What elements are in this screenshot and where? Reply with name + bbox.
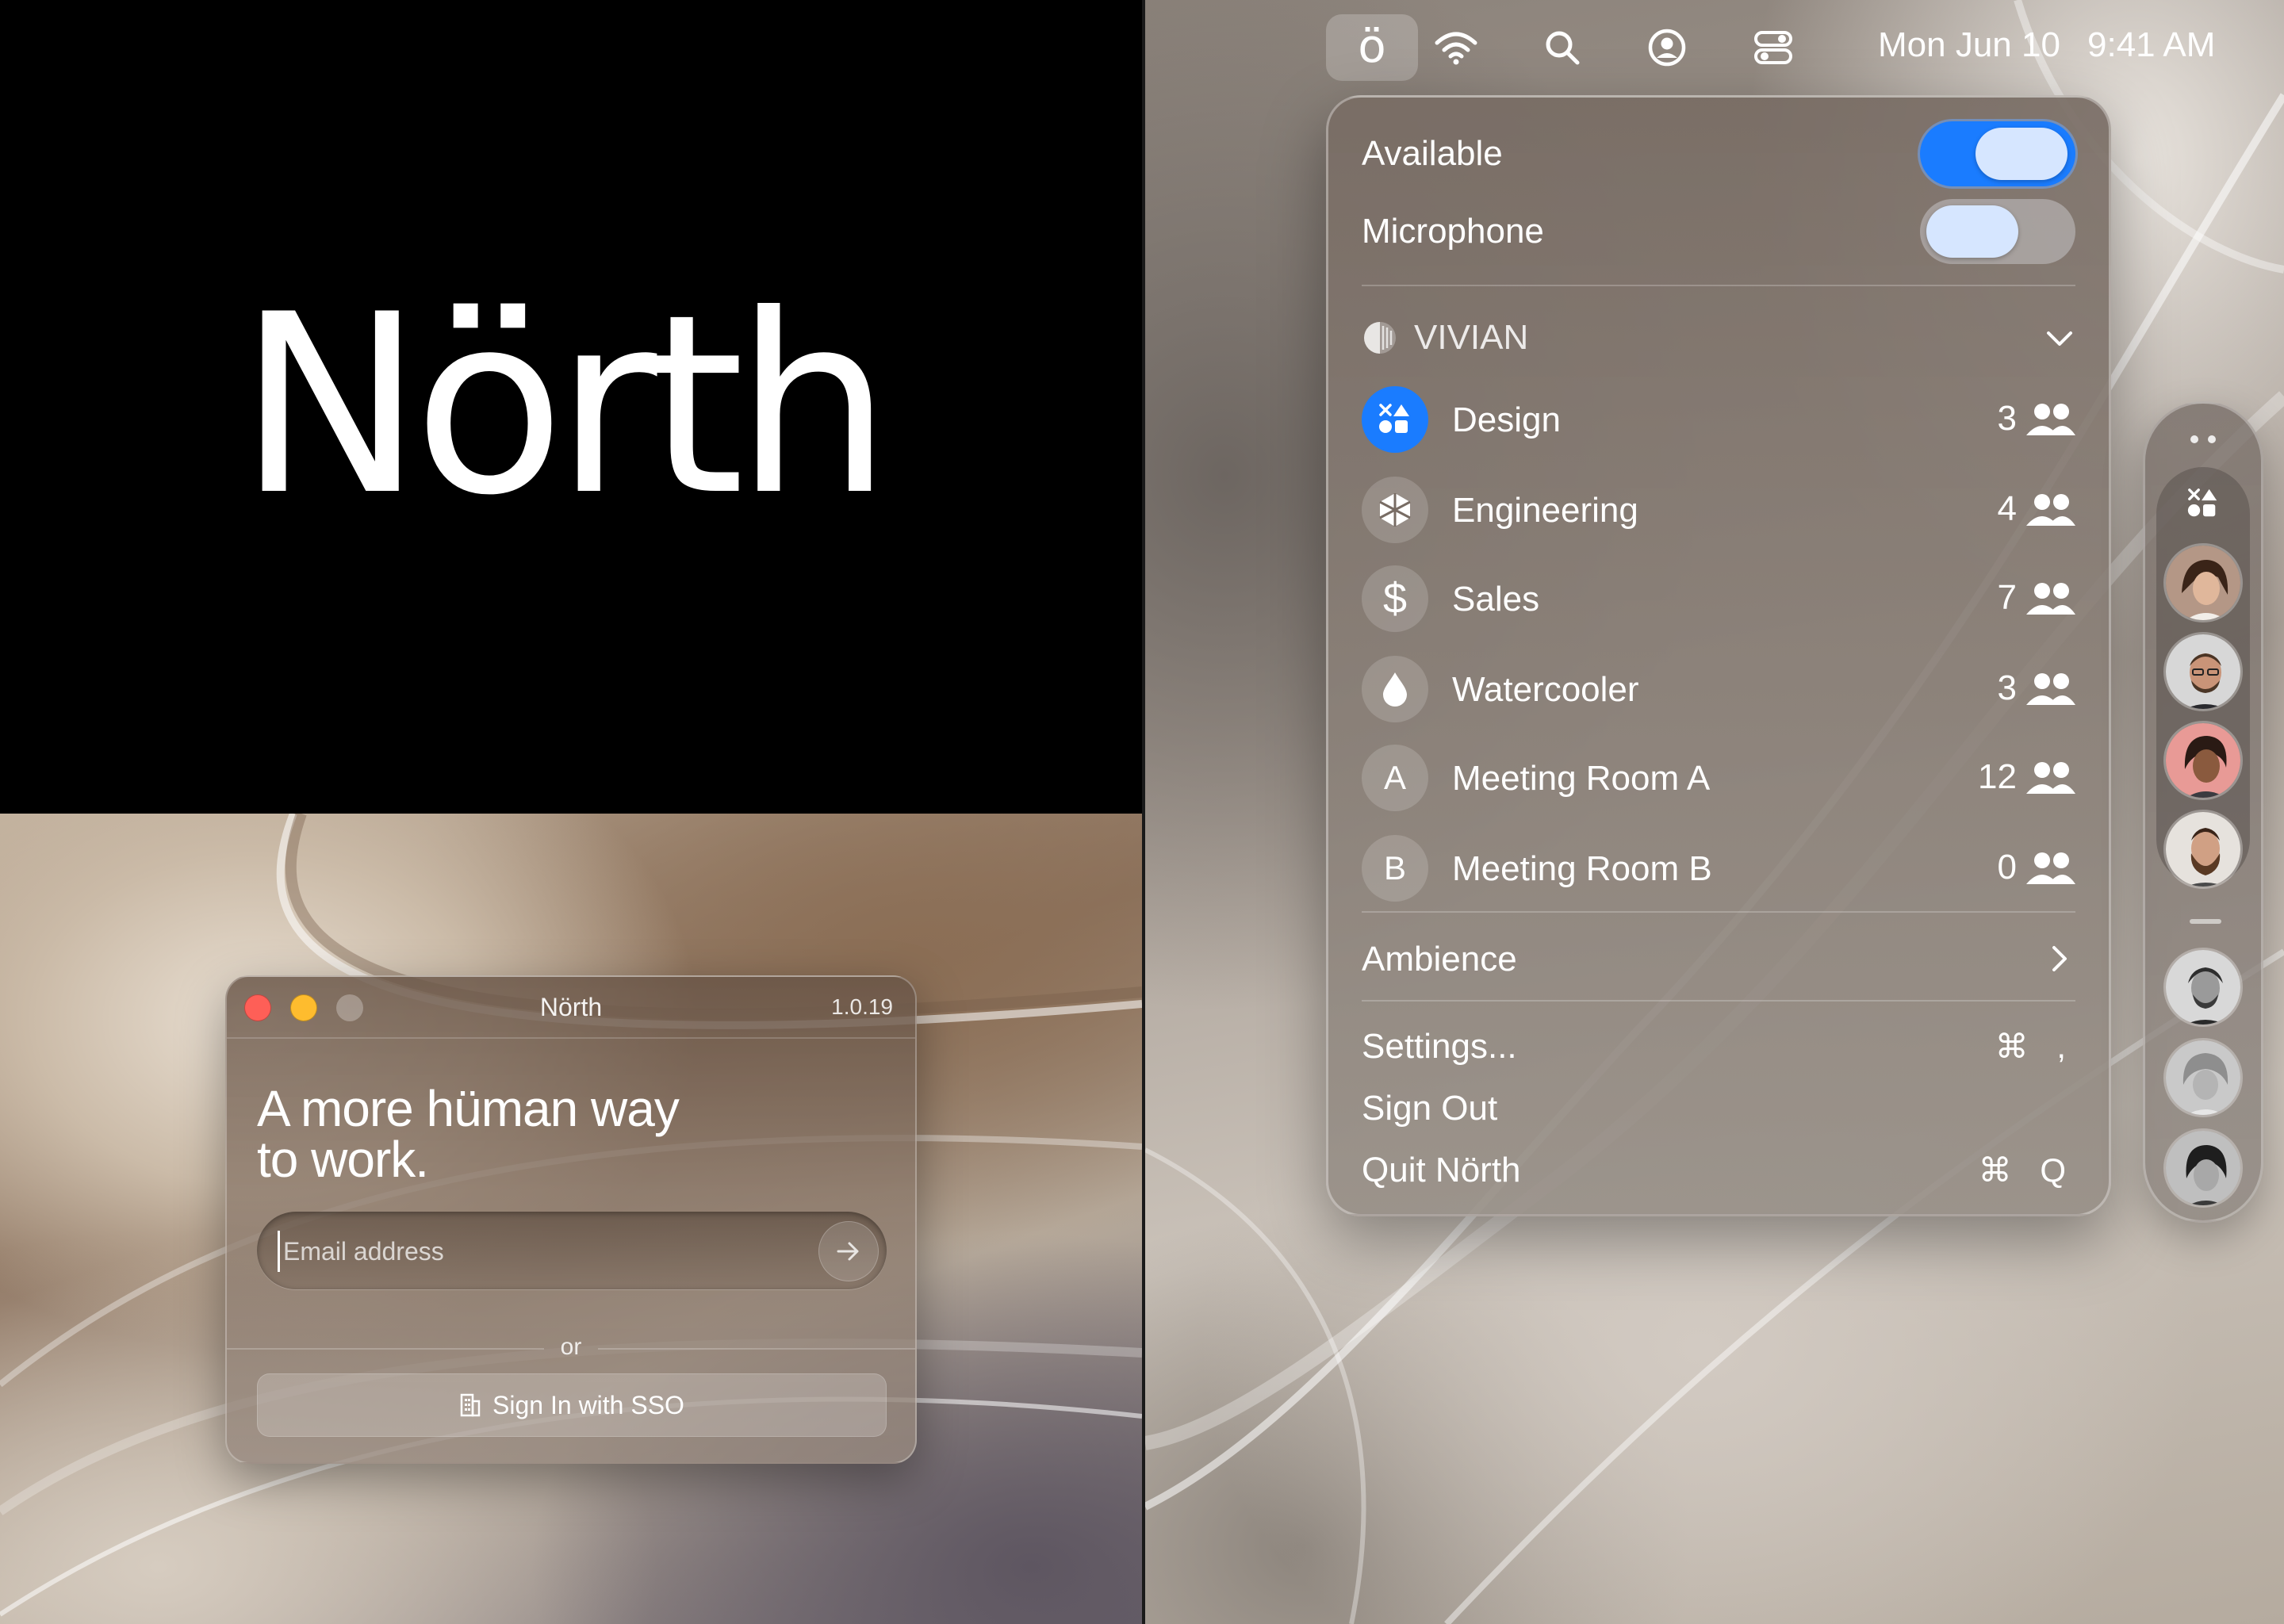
people-icon — [2026, 583, 2075, 615]
app-version: 1.0.19 — [831, 994, 893, 1019]
org-name: VIVIAN — [1414, 318, 1529, 357]
email-input[interactable] — [278, 1231, 801, 1272]
room-item-sales[interactable]: $ Sales 7 — [1362, 561, 2075, 637]
room-member-count: 3 — [1997, 399, 2017, 438]
login-panel: Nörth 1.0.19 A more hüman way to work. o… — [0, 814, 1142, 1624]
room-member-count: 0 — [1997, 848, 2017, 887]
chevron-right-icon — [2052, 946, 2067, 971]
menu-separator — [1362, 911, 2075, 913]
avatar[interactable] — [2163, 948, 2243, 1027]
menu-bar: ö Mon Jun 10 9:41 AM — [1145, 0, 2284, 95]
people-icon — [2026, 852, 2075, 884]
brand-logo: Nörth — [238, 261, 892, 550]
arrow-right-icon — [837, 1242, 859, 1261]
ambience-label: Ambience — [1362, 940, 1517, 979]
room-item-design[interactable]: Design 3 — [1362, 381, 2075, 458]
email-field-container — [257, 1212, 887, 1289]
menu-item-label: Sign Out — [1362, 1089, 1498, 1128]
cube-icon — [1362, 477, 1428, 543]
dollar-icon: $ — [1362, 565, 1428, 632]
sso-sign-in-button[interactable]: Sign In with SSO — [257, 1373, 887, 1437]
avatar[interactable] — [2163, 810, 2243, 889]
north-menubar-button[interactable]: ö — [1326, 14, 1418, 81]
design-shapes-icon[interactable] — [2178, 478, 2228, 529]
sso-button-label: Sign In with SSO — [492, 1390, 684, 1419]
available-label: Available — [1362, 134, 1503, 173]
avatar[interactable] — [2163, 1038, 2243, 1117]
building-icon — [460, 1393, 481, 1417]
sign-out-menu-item[interactable]: Sign Out — [1362, 1081, 2075, 1136]
north-popover-menu: Available Microphone VIVIAN Design 3 Eng… — [1326, 95, 2111, 1216]
menu-separator — [1362, 285, 2075, 286]
room-name: Watercooler — [1452, 670, 1639, 709]
search-icon[interactable] — [1531, 16, 1594, 79]
room-member-count: 4 — [1997, 489, 2017, 528]
headline-line-2: to work. — [257, 1131, 429, 1188]
menu-separator — [1362, 1000, 2075, 1002]
wifi-icon[interactable] — [1424, 16, 1488, 79]
people-icon — [2026, 673, 2075, 705]
dock-active-room — [2156, 467, 2250, 889]
or-divider: or — [227, 1332, 915, 1364]
user-account-icon[interactable] — [1635, 16, 1699, 79]
room-item-engineering[interactable]: Engineering 4 — [1362, 472, 2075, 548]
menu-item-label: Settings... — [1362, 1027, 1517, 1066]
people-icon — [2026, 762, 2075, 794]
menu-item-label: Quit Nörth — [1362, 1151, 1521, 1189]
avatar[interactable] — [2163, 1128, 2243, 1208]
available-toggle[interactable] — [1920, 121, 2075, 186]
room-name: Sales — [1452, 580, 1540, 619]
menubar-time[interactable]: 9:41 AM — [2087, 25, 2215, 65]
login-headline: A more hüman way to work. — [257, 1083, 765, 1185]
toggle-knob — [1926, 205, 2018, 258]
room-name: Meeting Room B — [1452, 849, 1712, 888]
org-logo-icon — [1364, 322, 1396, 354]
keyboard-shortcut: ⌘ Q — [1978, 1151, 2075, 1189]
avatar[interactable] — [2163, 543, 2243, 622]
handle-dot — [2208, 435, 2216, 443]
room-name: Engineering — [1452, 491, 1638, 530]
window-title: Nörth — [539, 993, 603, 1021]
window-titlebar: Nörth 1.0.19 — [227, 977, 915, 1039]
keyboard-shortcut: ⌘ , — [1995, 1028, 2075, 1065]
avatar[interactable] — [2163, 721, 2243, 800]
room-name: Meeting Room A — [1452, 759, 1711, 798]
room-member-count: 3 — [1997, 668, 2017, 707]
handle-dot — [2190, 435, 2198, 443]
letter-b-icon: B — [1362, 835, 1428, 902]
people-icon — [2026, 494, 2075, 526]
room-item-watercooler[interactable]: Watercooler 3 — [1362, 651, 2075, 727]
microphone-label: Microphone — [1362, 212, 1544, 251]
microphone-toggle[interactable] — [1920, 199, 2075, 264]
chevron-down-icon — [2047, 331, 2072, 346]
org-switcher[interactable]: VIVIAN — [1362, 310, 2075, 366]
people-icon — [2026, 404, 2075, 435]
toggle-knob — [1976, 128, 2067, 180]
login-window: Nörth 1.0.19 A more hüman way to work. o… — [225, 975, 917, 1464]
dock-separator — [2190, 919, 2221, 924]
headline-line-1: A more hüman way — [257, 1080, 680, 1137]
or-label: or — [560, 1334, 582, 1360]
menubar-date[interactable]: Mon Jun 10 — [1878, 25, 2060, 65]
desktop: ö Mon Jun 10 9:41 AM Available Microphon… — [1145, 0, 2284, 1624]
email-submit-button[interactable] — [818, 1221, 879, 1281]
design-shapes-icon — [1362, 386, 1428, 453]
room-item-meeting-room-a[interactable]: A Meeting Room A 12 — [1362, 740, 2075, 816]
room-member-count: 12 — [1978, 757, 2017, 796]
room-item-meeting-room-b[interactable]: B Meeting Room B 0 — [1362, 830, 2075, 906]
drag-handle[interactable] — [2145, 435, 2261, 445]
quit-menu-item[interactable]: Quit Nörth ⌘ Q — [1362, 1143, 2075, 1198]
avatar[interactable] — [2163, 632, 2243, 711]
brand-panel: Nörth — [0, 0, 1142, 814]
letter-a-icon: A — [1362, 745, 1428, 811]
divider-line — [598, 1348, 915, 1350]
ambience-menu-item[interactable]: Ambience — [1362, 930, 2075, 986]
room-member-count: 7 — [1997, 578, 2017, 617]
droplet-icon — [1362, 656, 1428, 722]
north-app-icon: ö — [1358, 19, 1386, 73]
presence-dock — [2143, 401, 2263, 1223]
settings-menu-item[interactable]: Settings... ⌘ , — [1362, 1019, 2075, 1074]
control-center-icon[interactable] — [1742, 16, 1805, 79]
room-name: Design — [1452, 400, 1561, 439]
